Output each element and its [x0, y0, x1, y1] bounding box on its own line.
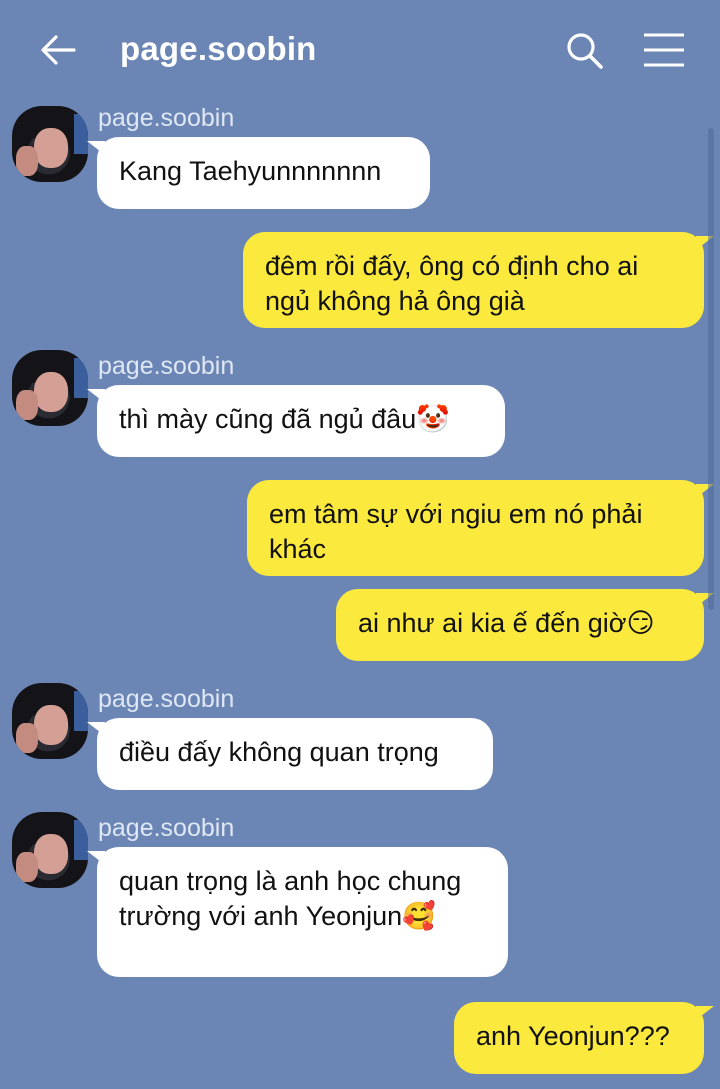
incoming-message-bubble[interactable]: thì mày cũng đã ngủ đâu🤡 [87, 385, 505, 457]
scrollbar[interactable] [708, 128, 714, 610]
incoming-message-bubble[interactable]: Kang Taehyunnnnnnn [87, 137, 430, 209]
arrow-left-icon [41, 35, 76, 65]
message-list[interactable]: page.soobin Kang Taehyunnnnnnn đêm rồi đ… [0, 100, 720, 1089]
back-button[interactable] [36, 28, 80, 72]
sender-name: page.soobin [98, 685, 235, 713]
avatar[interactable] [12, 812, 88, 888]
message-text: anh Yeonjun??? [476, 1021, 670, 1051]
outgoing-message-bubble[interactable]: ai như ai kia ế đến giờ😏 [336, 589, 714, 661]
outgoing-message-bubble[interactable]: em tâm sự với ngiu em nó phải khác [247, 480, 714, 576]
message-text: đêm rồi đấy, ông có định cho ai ngủ khôn… [265, 251, 639, 316]
sender-name: page.soobin [98, 352, 235, 380]
search-button[interactable] [562, 28, 606, 72]
avatar[interactable] [12, 106, 88, 182]
sender-name: page.soobin [98, 104, 235, 132]
avatar[interactable] [12, 683, 88, 759]
message-text: thì mày cũng đã ngủ đâu🤡 [119, 404, 450, 434]
message-text: ai như ai kia ế đến giờ😏 [358, 608, 655, 638]
sender-name: page.soobin [98, 814, 235, 842]
outgoing-message-bubble[interactable]: anh Yeonjun??? [454, 1002, 714, 1074]
incoming-message-bubble[interactable]: quan trọng là anh học chung trường với a… [87, 847, 508, 977]
message-text: điều đấy không quan trọng [119, 737, 439, 767]
message-text: Kang Taehyunnnnnnn [119, 156, 382, 186]
incoming-message-bubble[interactable]: điều đấy không quan trọng [87, 718, 493, 790]
search-icon [567, 33, 603, 69]
message-text: quan trọng là anh học chung trường với a… [119, 866, 462, 931]
outgoing-message-bubble[interactable]: đêm rồi đấy, ông có định cho ai ngủ khôn… [243, 232, 714, 328]
message-text: em tâm sự với ngiu em nó phải khác [269, 499, 643, 564]
menu-button[interactable] [640, 30, 688, 70]
chat-header: page.soobin [0, 0, 720, 100]
hamburger-menu-icon [644, 33, 684, 67]
chat-title: page.soobin [120, 30, 317, 67]
avatar[interactable] [12, 350, 88, 426]
